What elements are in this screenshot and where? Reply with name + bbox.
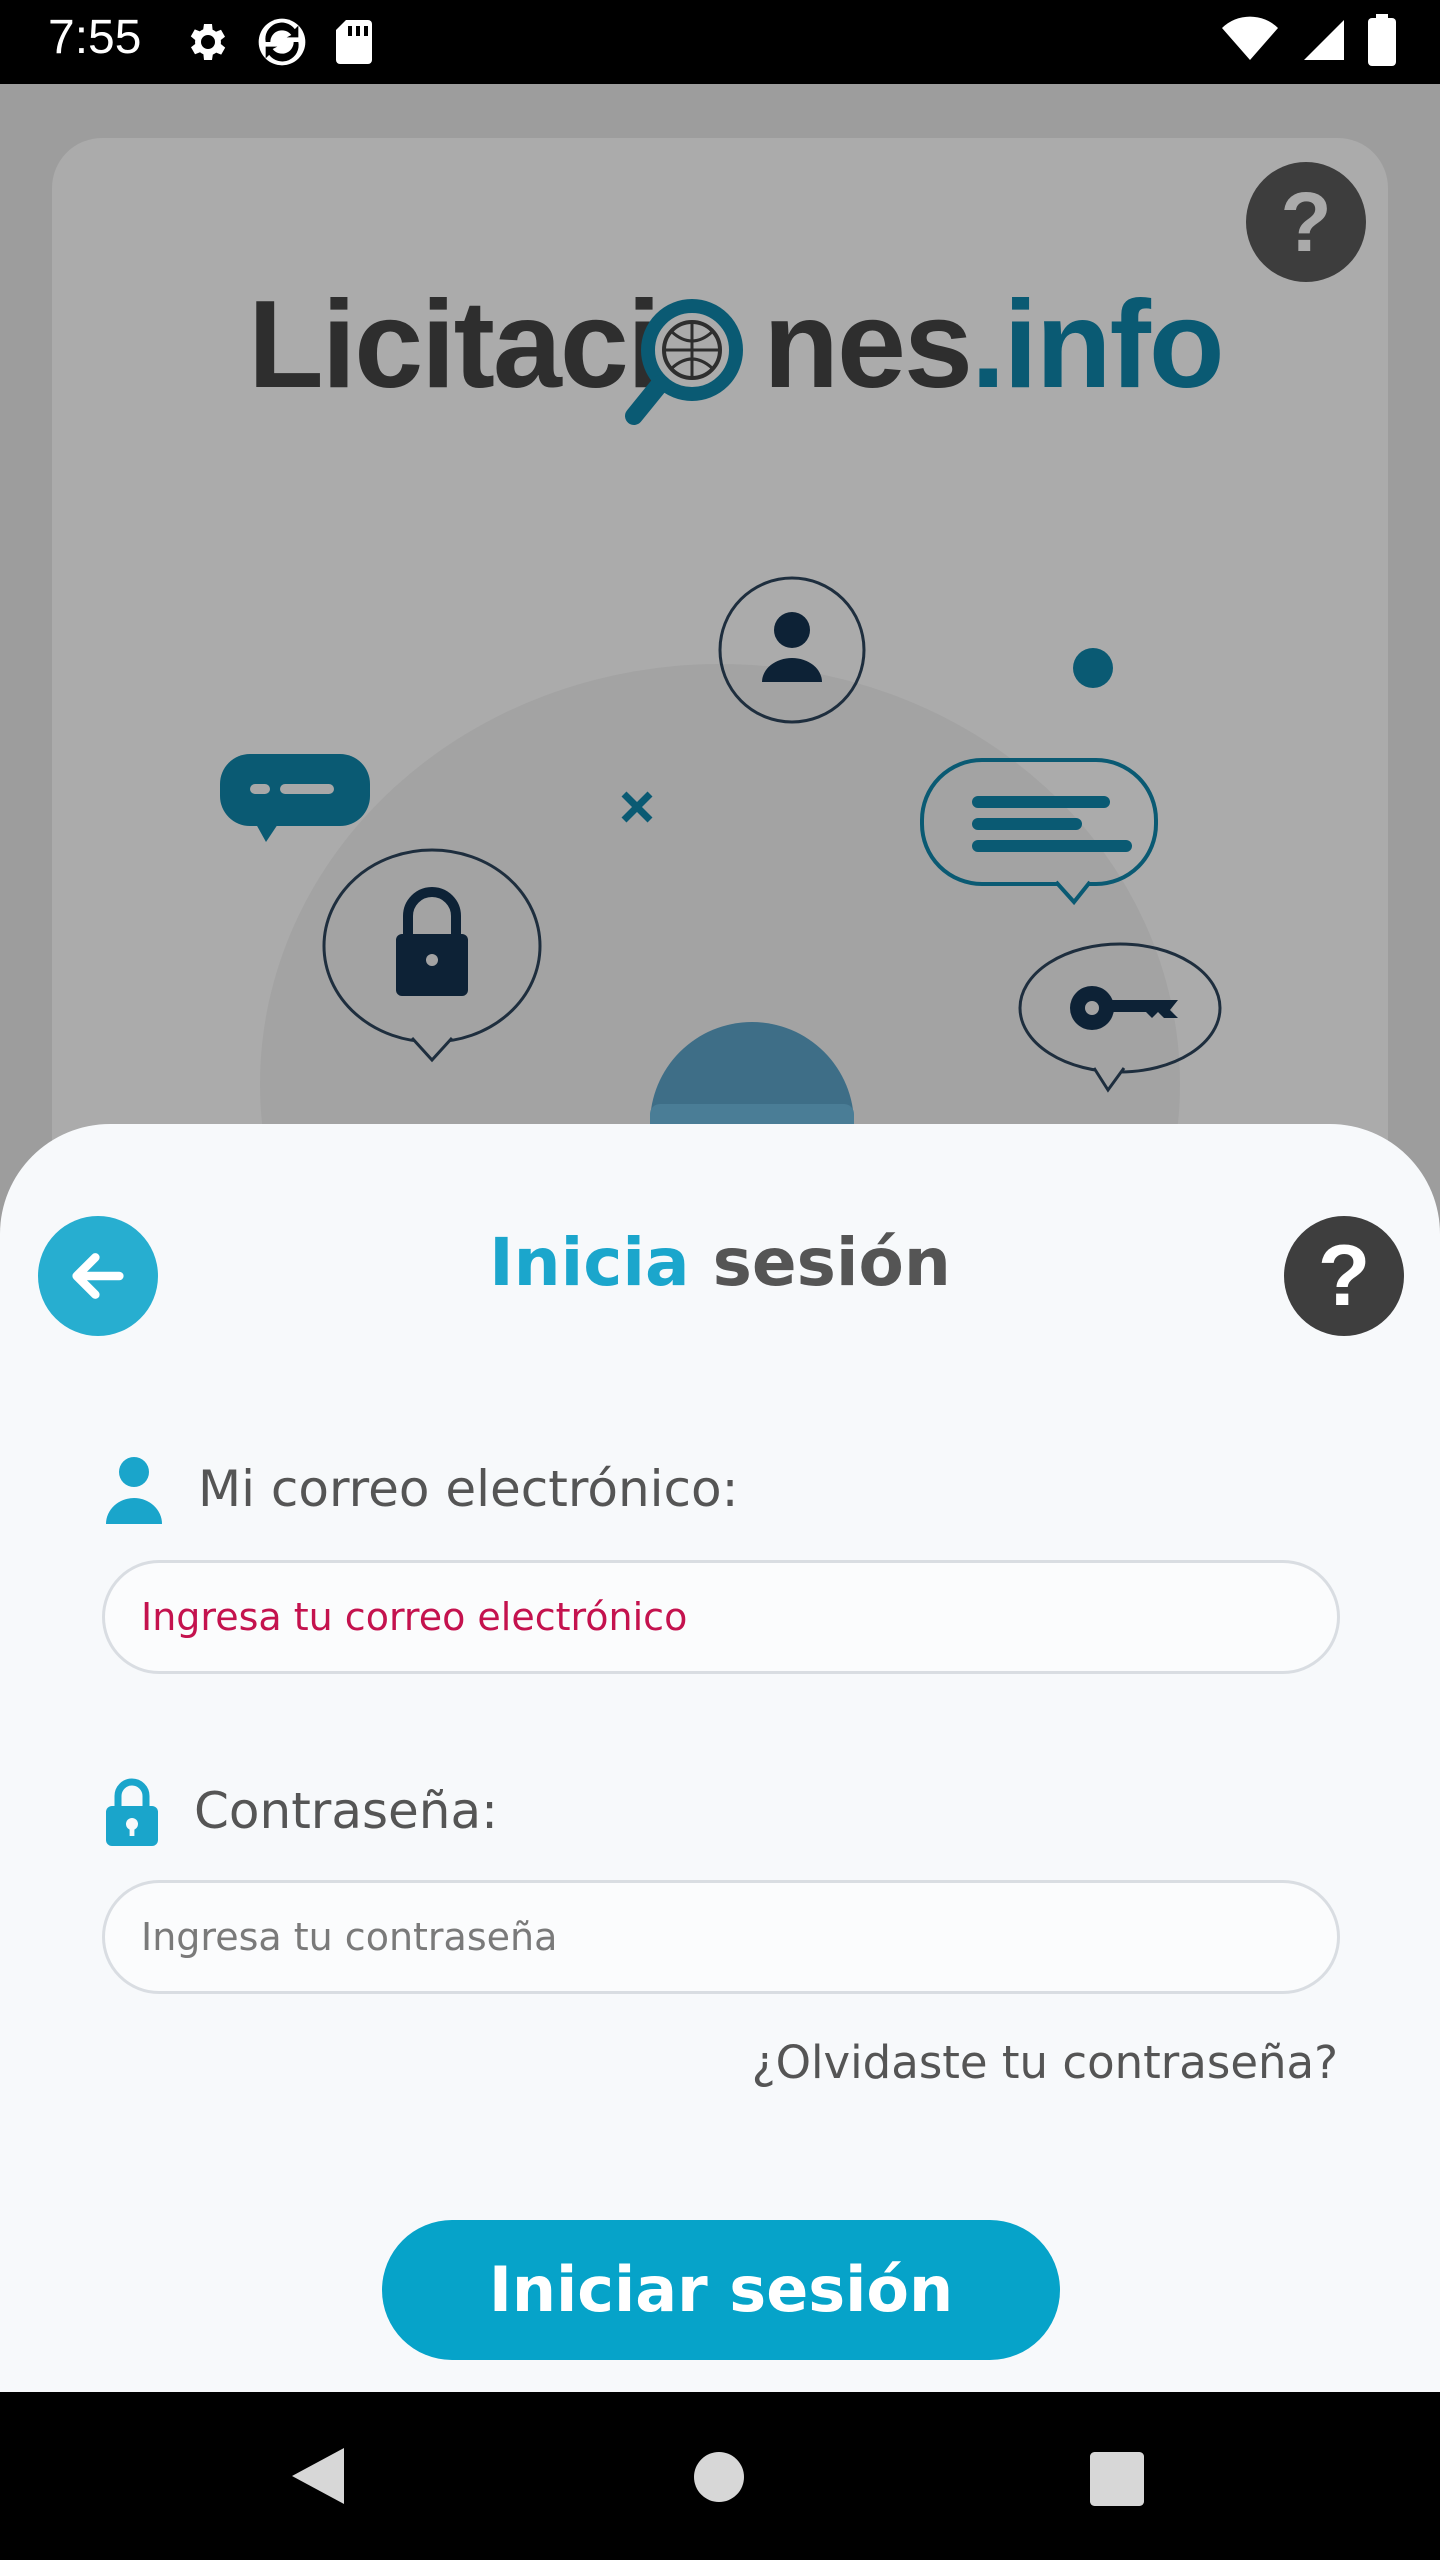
password-placeholder: Ingresa tu contraseña	[141, 1915, 558, 1959]
cell-signal-icon	[1304, 20, 1344, 60]
gear-icon	[190, 24, 226, 60]
email-label-row: Mi correo electrónico:	[104, 1454, 738, 1524]
status-icons-left	[182, 14, 374, 70]
password-label-row: Contraseña:	[104, 1776, 498, 1846]
status-bar: 7:55	[0, 0, 1440, 84]
lock-icon	[106, 1778, 158, 1846]
email-label: Mi correo electrónico:	[198, 1460, 739, 1518]
user-icon	[106, 1457, 162, 1524]
email-field[interactable]: Ingresa tu correo electrónico	[102, 1560, 1340, 1674]
navigation-bar	[0, 2392, 1440, 2560]
password-field[interactable]: Ingresa tu contraseña	[102, 1880, 1340, 1994]
home-icon[interactable]	[694, 2452, 744, 2502]
battery-icon	[1368, 14, 1396, 66]
login-sheet: Inicia sesión ? Mi correo electrónico: I…	[0, 1124, 1440, 2392]
sheet-title: Inicia sesión	[489, 1224, 951, 1301]
sd-card-icon	[336, 20, 372, 64]
wifi-icon	[1222, 16, 1278, 60]
back-icon[interactable]	[290, 2446, 346, 2506]
forgot-password-link[interactable]: ¿Olvidaste tu contraseña?	[752, 2036, 1338, 2089]
login-button[interactable]: Iniciar sesión	[382, 2220, 1060, 2360]
help-button[interactable]: ?	[1284, 1216, 1404, 1336]
status-icons-right	[1220, 14, 1396, 66]
password-label: Contraseña:	[194, 1782, 498, 1840]
status-time: 7:55	[48, 11, 142, 64]
recents-icon[interactable]	[1090, 2452, 1144, 2506]
sync-icon	[258, 18, 306, 66]
email-placeholder: Ingresa tu correo electrónico	[141, 1595, 688, 1639]
